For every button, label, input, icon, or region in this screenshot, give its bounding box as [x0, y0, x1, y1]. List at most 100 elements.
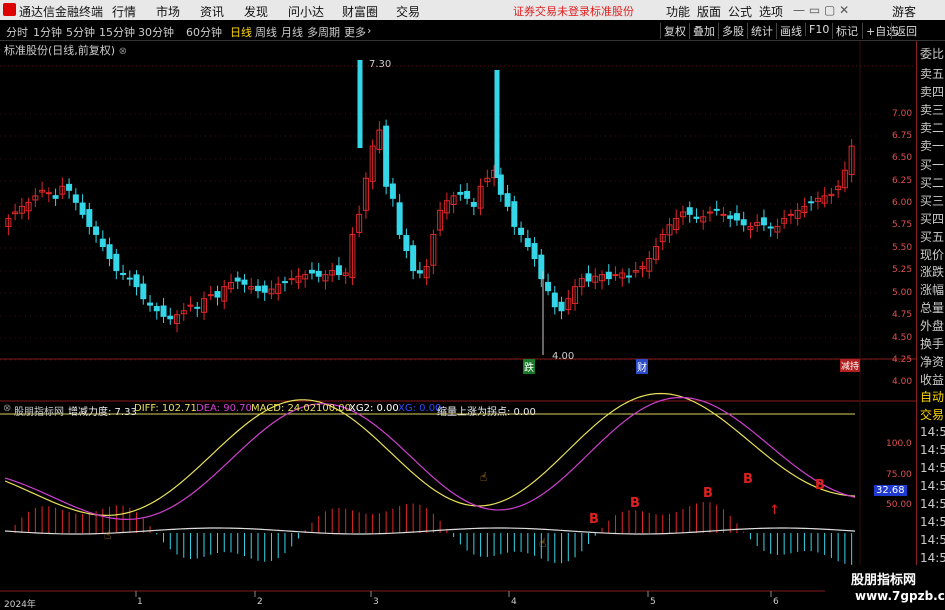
period-tab-30min[interactable]: 30分钟 — [138, 24, 174, 40]
watermark-title: 股朋指标网 — [851, 573, 917, 588]
window-controls-icon[interactable]: — ▭ ▢ ✕ — [793, 3, 849, 17]
candle-body — [234, 277, 241, 282]
side-panel-item: 买二 — [920, 176, 945, 190]
quote-side-panel: 委比 卖五 卖四 卖三 卖二 卖一 买一 买二 买三 买四 买五 现价 涨跌 涨幅 总量 外盘 换手 净资 收益 自动… — [916, 41, 945, 609]
candle-body — [79, 202, 86, 215]
indicator-tick: 50.00 — [886, 500, 912, 510]
period-tab-60min[interactable]: 60分钟 — [186, 24, 222, 40]
hand-pointer-icon: ☝ — [104, 528, 112, 542]
indicator-tick: 100.0 — [886, 439, 912, 449]
menu-news[interactable]: 资讯 — [200, 3, 224, 20]
app-title: 通达信金融终端 — [19, 5, 104, 19]
candle-body — [410, 245, 417, 272]
indicator-current-value: 32.68 — [874, 485, 907, 496]
indicator-dea: DEA: 90.70 — [196, 403, 252, 414]
more-arrow-icon[interactable]: › — [367, 24, 371, 37]
mark-button[interactable]: 标记 — [832, 23, 858, 39]
menu-trade[interactable]: 交易 — [396, 3, 420, 20]
side-panel-item: 买五 — [920, 230, 945, 244]
candle-body — [518, 227, 525, 235]
candle-body — [214, 291, 221, 298]
side-panel-item: 14:56 — [920, 443, 945, 457]
x-axis-label: 3 — [373, 597, 379, 607]
candle-body — [524, 238, 531, 247]
candle-body — [93, 226, 100, 235]
indicator-header: ⊗ 股朋指标网 增减力度: 7.33 DIFF: 102.71 DEA: 90.… — [0, 402, 916, 418]
user-label[interactable]: 游客 — [892, 3, 916, 20]
period-tab-weekly[interactable]: 周线 — [255, 24, 277, 40]
candle-body — [693, 216, 700, 219]
high-price-label: 7.30 — [369, 59, 392, 70]
candle-body — [551, 292, 558, 308]
candle-body — [315, 270, 322, 277]
price-tick: 6.75 — [892, 131, 913, 141]
indicator-xg: XG: 0.00 — [398, 403, 442, 414]
indicator-turn: 缩量上涨为拐点: 0.00 — [437, 407, 536, 418]
menu-function[interactable]: 功能 — [666, 3, 690, 20]
side-panel-item: 卖五 — [920, 67, 945, 81]
candle-body — [585, 273, 592, 282]
candle-body — [457, 191, 464, 195]
side-panel-item: 买四 — [920, 212, 945, 226]
period-tab-multi[interactable]: 多周期 — [307, 24, 340, 40]
adjust-button[interactable]: 复权 — [660, 23, 686, 39]
menu-options[interactable]: 选项 — [759, 3, 783, 20]
candle-body — [153, 306, 160, 312]
menu-layout[interactable]: 版面 — [697, 3, 721, 20]
price-tick: 5.00 — [892, 288, 913, 298]
low-price-label: 4.00 — [552, 351, 575, 362]
candle-body — [383, 125, 390, 187]
candle-body — [194, 306, 201, 309]
login-notice[interactable]: 证券交易未登录 — [513, 3, 590, 19]
period-tab-5min[interactable]: 5分钟 — [66, 24, 95, 40]
side-panel-item: 14:56 — [920, 461, 945, 475]
menu-ask[interactable]: 问小达 — [288, 3, 324, 20]
draw-line-button[interactable]: 画线 — [776, 23, 802, 39]
indicator-macd: MACD: 24.02 — [251, 403, 317, 414]
candle-body — [133, 274, 140, 288]
period-tab-daily[interactable]: 日线 — [230, 24, 252, 40]
side-panel-item: 买一 — [920, 158, 945, 172]
side-panel-item: 14:56 — [920, 515, 945, 529]
candle-body — [494, 70, 500, 178]
side-panel-item: 14:56 — [920, 425, 945, 439]
marker-finance[interactable]: 财 — [636, 359, 648, 374]
menu-formula[interactable]: 公式 — [728, 3, 752, 20]
marker-fall[interactable]: 跌 — [523, 359, 535, 374]
f10-button[interactable]: F10 — [805, 23, 829, 36]
hand-pointer-icon: ☝ — [539, 536, 547, 550]
price-tick: 4.00 — [892, 377, 913, 387]
stats-button[interactable]: 统计 — [747, 23, 773, 39]
period-tab-more[interactable]: 更多 — [344, 24, 366, 40]
candle-body — [66, 183, 73, 191]
menu-market[interactable]: 市场 — [156, 3, 180, 20]
candle-body — [787, 213, 794, 216]
menu-discover[interactable]: 发现 — [244, 3, 268, 20]
side-panel-item[interactable]: 自动 — [920, 388, 944, 405]
period-tab-1min[interactable]: 1分钟 — [33, 24, 62, 40]
menu-quotes[interactable]: 行情 — [112, 3, 136, 20]
candle-body — [52, 195, 59, 199]
menu-wealth[interactable]: 财富圈 — [342, 3, 378, 20]
back-button[interactable]: 返回 — [891, 23, 917, 39]
candle-body — [760, 217, 767, 226]
candle-body — [740, 219, 747, 226]
period-tab-15min[interactable]: 15分钟 — [99, 24, 135, 40]
side-panel-item[interactable]: 交易 — [920, 406, 944, 423]
price-tick: 6.50 — [892, 153, 913, 163]
indicator-settings-icon[interactable]: ⊗ — [3, 403, 11, 414]
overlay-button[interactable]: 叠加 — [689, 23, 715, 39]
indicator-name[interactable]: 股朋指标网 — [14, 403, 64, 418]
candle-body — [106, 244, 113, 260]
candle-body — [396, 202, 403, 235]
x-axis-label: 5 — [650, 597, 656, 607]
period-tab-timeshare[interactable]: 分时 — [6, 24, 28, 40]
period-tab-monthly[interactable]: 月线 — [281, 24, 303, 40]
multi-stock-button[interactable]: 多股 — [718, 23, 744, 39]
candle-body — [470, 202, 477, 207]
period-toolbar: 分时 1分钟 5分钟 15分钟 30分钟 60分钟 日线 周线 月线 多周期 更… — [0, 21, 945, 41]
side-panel-item: 外盘 — [920, 319, 945, 333]
candle-body — [686, 207, 693, 215]
chart-area[interactable] — [0, 41, 916, 609]
marker-reduce[interactable]: 减持 — [840, 359, 861, 372]
